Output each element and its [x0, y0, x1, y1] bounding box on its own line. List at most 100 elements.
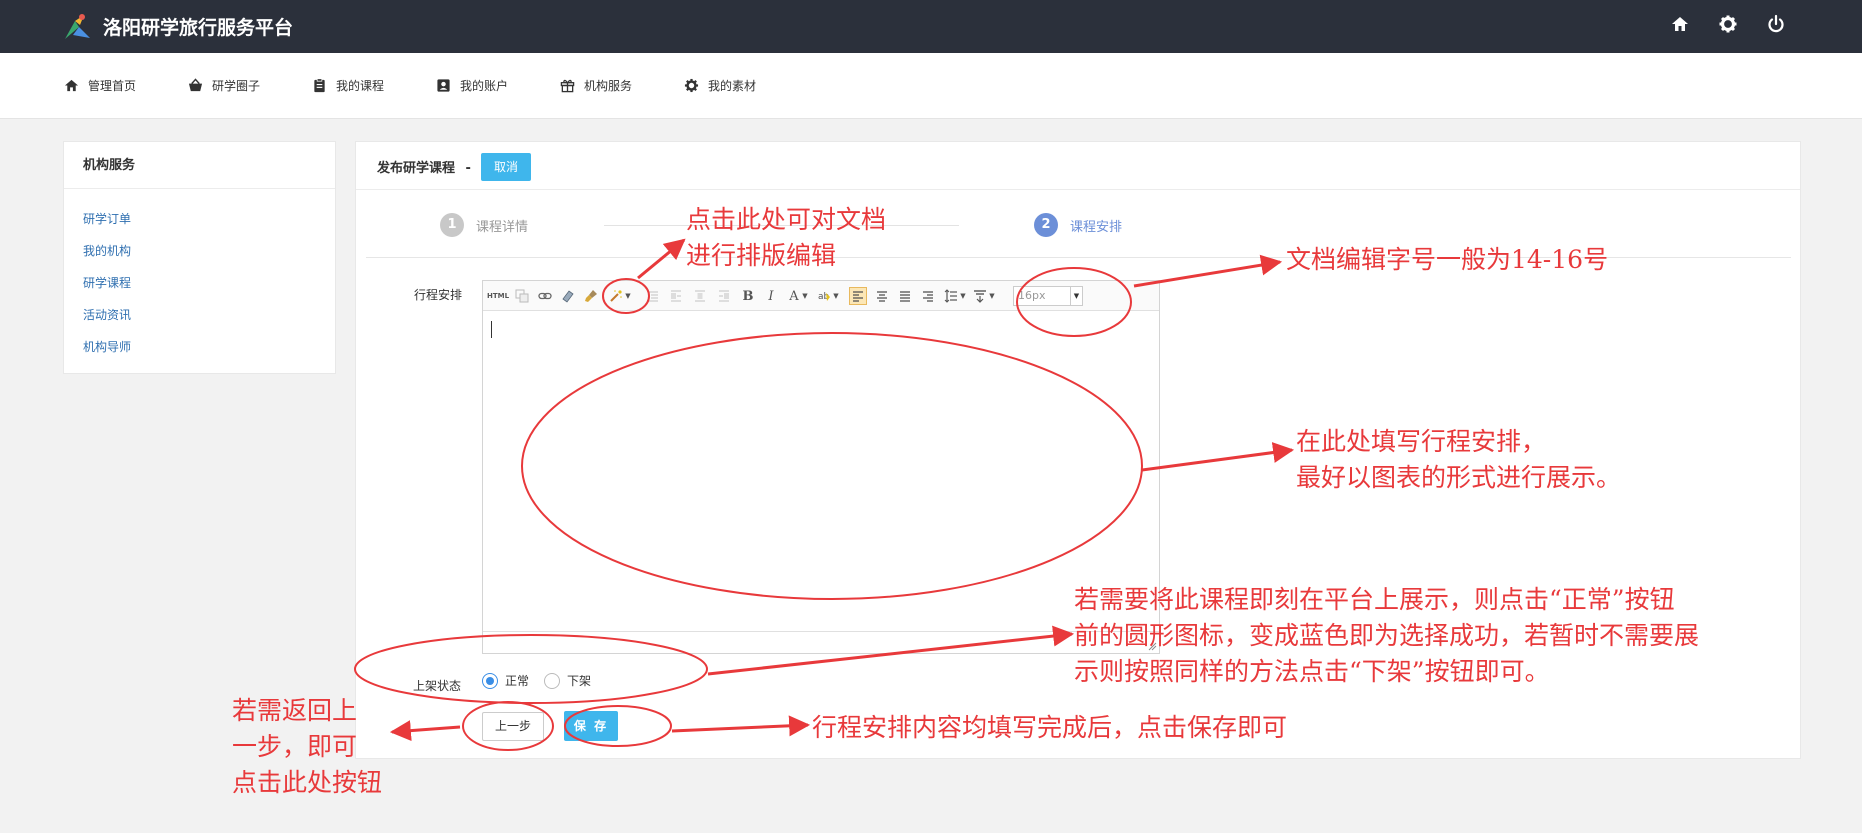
nav-item-label: 研学圈子	[212, 78, 261, 93]
save-annotation: 行程安排内容均填写完成后，点击保存即可	[812, 713, 1288, 742]
brush-icon[interactable]	[582, 287, 600, 305]
clipboard-icon	[314, 77, 325, 92]
font-size-value: 16px	[1018, 289, 1046, 302]
step-number: 1	[440, 213, 464, 237]
nav-item-account[interactable]: 我的账户	[436, 75, 508, 95]
user-card-icon	[437, 78, 450, 92]
nav-item-label: 我的素材	[708, 78, 757, 93]
step-label: 课程安排	[1070, 219, 1123, 235]
annotation-line: 进行排版编辑	[686, 241, 837, 270]
step-label: 课程详情	[476, 219, 529, 235]
italic-icon[interactable]: I	[762, 287, 780, 305]
annotation-line: 点击此处可对文档	[686, 205, 887, 234]
align-block-right-icon[interactable]	[715, 287, 733, 305]
nav-item-label: 我的账户	[460, 78, 509, 93]
save-button[interactable]: 保 存	[564, 711, 618, 741]
editor-statusbar	[483, 631, 1159, 653]
toolbar-annotation: 点击此处可对文档 进行排版编辑	[686, 202, 886, 274]
nav-item-materials[interactable]: 我的素材	[684, 75, 756, 95]
top-bar: 洛阳研学旅行服务平台	[0, 0, 1862, 53]
step-number: 2	[1034, 213, 1058, 237]
radio-offline[interactable]: 下架	[544, 672, 591, 689]
home-icon	[64, 79, 79, 91]
prev-step-button[interactable]: 上一步	[482, 712, 544, 741]
annotation-line: 若需要将此课程即刻在平台上展示，则点击“正常”按钮	[1074, 585, 1675, 614]
line-height-icon[interactable]	[942, 287, 960, 305]
chevron-down-icon[interactable]: ▼	[624, 287, 632, 305]
annotation-line: 最好以图表的形式进行展示。	[1296, 463, 1622, 492]
sidebar-item-courses[interactable]: 研学课程	[83, 274, 131, 291]
sidebar: 机构服务 研学订单 我的机构 研学课程 活动资讯 机构导师	[63, 141, 336, 374]
gear-icon[interactable]	[1718, 14, 1738, 34]
sidebar-item-orders[interactable]: 研学订单	[83, 210, 131, 227]
chevron-down-icon[interactable]: ▼	[801, 287, 809, 305]
step-course-details[interactable]: 1 课程详情	[440, 213, 528, 237]
bold-icon[interactable]: B	[739, 287, 757, 305]
logo-icon	[65, 14, 90, 39]
sidebar-item-my-org[interactable]: 我的机构	[83, 242, 131, 259]
chevron-down-icon[interactable]: ▼	[959, 287, 967, 305]
annotation-line: 示则按照同样的方法点击“下架”按钮即可。	[1074, 657, 1550, 686]
copy-format-icon[interactable]	[513, 287, 531, 305]
align-right-icon[interactable]	[919, 287, 937, 305]
status-label: 上架状态	[413, 679, 462, 693]
step-course-schedule[interactable]: 2 课程安排	[1034, 213, 1122, 237]
editor-toolbar: HTML ▼ B I A ▼ ab ▼ ▼ ▼ 16px ▼	[483, 281, 1159, 311]
indent-icon[interactable]	[644, 287, 662, 305]
radio-normal-label: 正常	[505, 674, 530, 688]
gift-icon	[560, 79, 575, 92]
nav-item-org-service[interactable]: 机构服务	[560, 75, 632, 95]
app-title: 洛阳研学旅行服务平台	[103, 17, 294, 39]
align-block-left-icon[interactable]	[667, 287, 685, 305]
sidebar-item-news[interactable]: 活动资讯	[83, 306, 131, 323]
fontsize-annotation: 文档编辑字号一般为14-16号	[1286, 245, 1609, 274]
sidebar-title: 机构服务	[64, 142, 335, 189]
align-justify-icon[interactable]	[896, 287, 914, 305]
gear-icon	[684, 78, 699, 92]
nav-item-circle[interactable]: 研学圈子	[188, 75, 260, 95]
align-center-icon[interactable]	[873, 287, 891, 305]
radio-offline-circle[interactable]	[544, 672, 560, 689]
link-icon[interactable]	[536, 287, 554, 305]
magic-wand-icon[interactable]	[607, 287, 625, 305]
font-size-select[interactable]: 16px ▼	[1013, 286, 1083, 306]
chevron-down-icon[interactable]: ▼	[988, 287, 996, 305]
power-icon[interactable]	[1766, 14, 1786, 34]
nav-item-label: 管理首页	[88, 78, 137, 93]
sidebar-item-mentors[interactable]: 机构导师	[83, 338, 131, 355]
eraser-icon[interactable]	[559, 287, 577, 305]
page-title: 发布研学课程 -	[377, 157, 471, 176]
paragraph-spacing-icon[interactable]	[971, 287, 989, 305]
prev-annotation: 若需返回上 一步，即可 点击此处按钮	[232, 693, 382, 801]
basket-icon	[188, 77, 203, 91]
html-icon[interactable]: HTML	[487, 287, 509, 305]
annotation-line: 点击此处按钮	[232, 768, 383, 797]
nav-item-label: 我的课程	[336, 78, 385, 93]
title-separator: -	[465, 161, 471, 176]
highlight-icon[interactable]: ab	[815, 287, 833, 305]
annotation-line: 若需返回上	[232, 696, 358, 725]
nav-item-label: 机构服务	[584, 78, 633, 93]
page-title-text: 发布研学课程	[377, 161, 456, 176]
content-annotation: 在此处填写行程安排， 最好以图表的形式进行展示。	[1296, 424, 1621, 496]
radio-normal-circle[interactable]	[482, 672, 498, 689]
chevron-down-icon[interactable]: ▼	[1070, 287, 1082, 305]
align-block-center-icon[interactable]	[691, 287, 709, 305]
schedule-editor[interactable]: HTML ▼ B I A ▼ ab ▼ ▼ ▼ 16px ▼	[482, 280, 1160, 654]
annotation-line: 前的圆形图标，变成蓝色即为选择成功，若暂时不需要展	[1074, 621, 1700, 650]
main-nav: 管理首页 研学圈子 我的课程 我的账户 机构服务 我的素材	[0, 53, 1862, 119]
chevron-down-icon[interactable]: ▼	[832, 287, 840, 305]
cancel-button[interactable]: 取消	[481, 153, 531, 181]
status-annotation: 若需要将此课程即刻在平台上展示，则点击“正常”按钮 前的圆形图标，变成蓝色即为选…	[1074, 582, 1699, 690]
radio-normal[interactable]: 正常	[482, 672, 529, 689]
annotation-line: 一步，即可	[232, 732, 358, 761]
home-icon[interactable]	[1670, 14, 1690, 34]
text-cursor	[491, 321, 492, 338]
radio-offline-label: 下架	[567, 674, 592, 688]
panel-header: 发布研学课程 - 取消	[356, 142, 1800, 190]
align-left-icon[interactable]	[849, 287, 867, 305]
nav-item-courses[interactable]: 我的课程	[312, 75, 384, 95]
schedule-label: 行程安排	[414, 288, 463, 302]
nav-item-home[interactable]: 管理首页	[64, 75, 136, 95]
annotation-line: 在此处填写行程安排，	[1296, 427, 1547, 456]
